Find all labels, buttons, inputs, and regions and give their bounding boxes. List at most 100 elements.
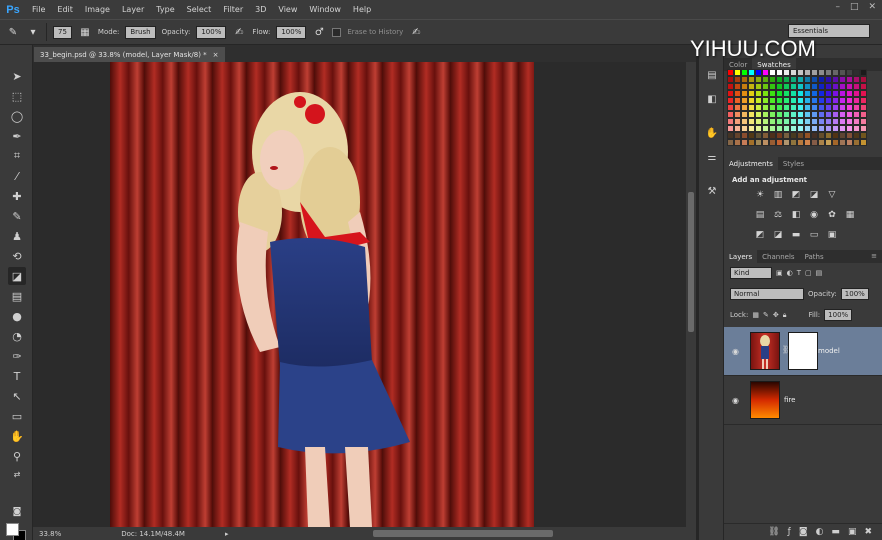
swatch-cell[interactable] <box>839 83 846 90</box>
eraser-tool-icon[interactable]: ◪ <box>8 267 26 285</box>
swatch-cell[interactable] <box>860 104 867 111</box>
swatch-cell[interactable] <box>748 132 755 139</box>
swatch-cell[interactable] <box>790 83 797 90</box>
swatch-cell[interactable] <box>860 76 867 83</box>
layer-opacity-field[interactable]: 100% <box>840 288 869 300</box>
swatch-cell[interactable] <box>755 76 762 83</box>
swatch-cell[interactable] <box>776 125 783 132</box>
marquee-tool-icon[interactable]: ⬚ <box>8 87 26 105</box>
filter-smart-icon[interactable]: ▤ <box>816 269 823 277</box>
swatch-cell[interactable] <box>804 90 811 97</box>
swatch-cell[interactable] <box>860 132 867 139</box>
swatch-cell[interactable] <box>853 104 860 111</box>
levels-icon[interactable]: ▥ <box>772 189 784 201</box>
swatch-cell[interactable] <box>769 69 776 76</box>
swatch-cell[interactable] <box>734 76 741 83</box>
swatch-cell[interactable] <box>783 132 790 139</box>
swatch-cell[interactable] <box>734 139 741 146</box>
swatch-cell[interactable] <box>811 125 818 132</box>
canvas-area[interactable] <box>33 62 686 527</box>
swatch-cell[interactable] <box>797 118 804 125</box>
swatch-cell[interactable] <box>832 125 839 132</box>
swatch-cell[interactable] <box>748 104 755 111</box>
menu-filter[interactable]: Filter <box>217 5 249 14</box>
swatch-cell[interactable] <box>811 118 818 125</box>
visibility-eye-icon[interactable]: ◉ <box>732 347 739 356</box>
swatch-cell[interactable] <box>804 97 811 104</box>
pressure-opacity-icon[interactable]: ✍ <box>232 25 246 39</box>
restore-button[interactable]: □ <box>850 2 859 12</box>
swatch-cell[interactable] <box>804 104 811 111</box>
swatch-cell[interactable] <box>818 104 825 111</box>
horizontal-scroll-thumb[interactable] <box>373 530 553 537</box>
swatch-cell[interactable] <box>853 90 860 97</box>
add-mask-icon[interactable]: ◙ <box>799 527 808 537</box>
shape-tool-icon[interactable]: ▭ <box>8 407 26 425</box>
swatch-cell[interactable] <box>790 104 797 111</box>
layer-name[interactable]: fire <box>784 396 795 404</box>
tab-layers[interactable]: Layers <box>724 250 758 263</box>
swatch-cell[interactable] <box>804 132 811 139</box>
swatch-cell[interactable] <box>727 104 734 111</box>
eyedropper-tool-icon[interactable]: ⁄ <box>8 167 26 185</box>
new-adjustment-icon[interactable]: ◐ <box>816 527 824 537</box>
swatch-cell[interactable] <box>811 83 818 90</box>
swatch-cell[interactable] <box>755 111 762 118</box>
swatch-cell[interactable] <box>776 69 783 76</box>
swatch-cell[interactable] <box>797 97 804 104</box>
swatch-cell[interactable] <box>734 111 741 118</box>
swatch-cell[interactable] <box>769 104 776 111</box>
swatch-cell[interactable] <box>783 90 790 97</box>
swatch-cell[interactable] <box>846 69 853 76</box>
swatch-cell[interactable] <box>734 90 741 97</box>
document-tab[interactable]: 33_begin.psd @ 33.8% (model, Layer Mask/… <box>34 47 225 62</box>
swatch-cell[interactable] <box>741 118 748 125</box>
swatch-cell[interactable] <box>734 69 741 76</box>
black-white-icon[interactable]: ◧ <box>790 209 802 221</box>
swatch-cell[interactable] <box>818 132 825 139</box>
swatch-cell[interactable] <box>860 69 867 76</box>
swatch-cell[interactable] <box>748 90 755 97</box>
swatch-cell[interactable] <box>741 111 748 118</box>
swatch-cell[interactable] <box>790 97 797 104</box>
filter-pixel-icon[interactable]: ▣ <box>776 269 783 277</box>
brush-size-picker[interactable]: 75 <box>53 25 72 39</box>
lock-position-icon[interactable]: ✥ <box>773 311 779 319</box>
filter-adjustment-icon[interactable]: ◐ <box>787 269 793 277</box>
swatch-cell[interactable] <box>762 76 769 83</box>
swatch-cell[interactable] <box>797 83 804 90</box>
swatch-cell[interactable] <box>748 118 755 125</box>
menu-layer[interactable]: Layer <box>116 5 150 14</box>
swatch-cell[interactable] <box>797 90 804 97</box>
swatch-cell[interactable] <box>748 111 755 118</box>
channel-mixer-icon[interactable]: ✿ <box>826 209 838 221</box>
swatch-cell[interactable] <box>839 76 846 83</box>
swatch-cell[interactable] <box>853 139 860 146</box>
opacity-field[interactable]: 100% <box>196 25 227 39</box>
tab-styles[interactable]: Styles <box>778 157 809 170</box>
swatch-cell[interactable] <box>832 97 839 104</box>
swatch-cell[interactable] <box>846 83 853 90</box>
swatch-cell[interactable] <box>860 139 867 146</box>
swatch-cell[interactable] <box>860 83 867 90</box>
swatch-cell[interactable] <box>818 97 825 104</box>
swatch-cell[interactable] <box>727 83 734 90</box>
swatch-cell[interactable] <box>860 97 867 104</box>
swatch-cell[interactable] <box>748 125 755 132</box>
swatch-cell[interactable] <box>818 118 825 125</box>
swatch-cell[interactable] <box>846 132 853 139</box>
swatch-cell[interactable] <box>818 76 825 83</box>
swatch-cell[interactable] <box>811 139 818 146</box>
swatch-cell[interactable] <box>727 125 734 132</box>
dodge-tool-icon[interactable]: ◔ <box>8 327 26 345</box>
swatch-cell[interactable] <box>839 139 846 146</box>
menu-file[interactable]: File <box>26 5 51 14</box>
hue-saturation-icon[interactable]: ▤ <box>754 209 766 221</box>
swatch-cell[interactable] <box>755 69 762 76</box>
swatch-cell[interactable] <box>839 118 846 125</box>
filter-shape-icon[interactable]: ▢ <box>805 269 812 277</box>
curves-icon[interactable]: ◩ <box>790 189 802 201</box>
swatch-cell[interactable] <box>755 139 762 146</box>
foreground-color-swatch[interactable] <box>6 523 19 536</box>
swatch-cell[interactable] <box>783 76 790 83</box>
